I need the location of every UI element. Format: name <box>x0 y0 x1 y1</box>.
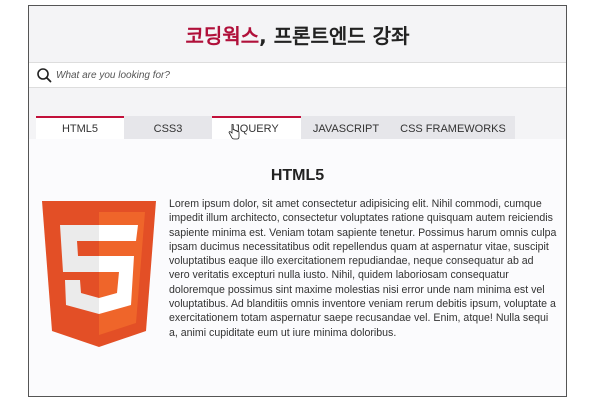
tab-label: JQUERY <box>234 122 279 135</box>
search-icon[interactable] <box>34 65 54 85</box>
mouse-cursor-icon <box>228 124 240 140</box>
tab-label: HTML5 <box>61 122 99 135</box>
tab-content: HTML5 Lorem ipsum dolor, sit amet consec… <box>29 139 566 396</box>
page-title: 코딩웍스, 프론트엔드 강좌 <box>29 6 566 62</box>
search-input[interactable]: What are you looking for? <box>56 70 170 81</box>
tab-bar: HTML5 CSS3 JQUERY JAVASCRIPT CSS FRAMEWO… <box>36 116 515 139</box>
tab-css-frameworks[interactable]: CSS FRAMEWORKS <box>391 116 515 139</box>
content-heading: HTML5 <box>270 167 325 184</box>
tab-label: CSS FRAMEWORKS <box>400 122 506 135</box>
tab-css3[interactable]: CSS3 <box>124 116 212 139</box>
search-bar[interactable]: What are you looking for? <box>29 62 566 88</box>
tab-html5[interactable]: HTML5 <box>36 116 124 139</box>
tab-label: JAVASCRIPT <box>312 122 380 135</box>
app-frame: 코딩웍스, 프론트엔드 강좌 What are you looking for?… <box>28 5 567 397</box>
html5-logo <box>42 201 156 347</box>
title-brand: 코딩웍스 <box>185 23 260 48</box>
content-paragraph: Lorem ipsum dolor, sit amet consectetur … <box>169 198 557 339</box>
tab-jquery[interactable]: JQUERY <box>212 116 301 139</box>
tab-label: CSS3 <box>153 122 183 135</box>
tab-javascript[interactable]: JAVASCRIPT <box>301 116 391 139</box>
title-text: , 프론트엔드 강좌 <box>259 23 410 48</box>
